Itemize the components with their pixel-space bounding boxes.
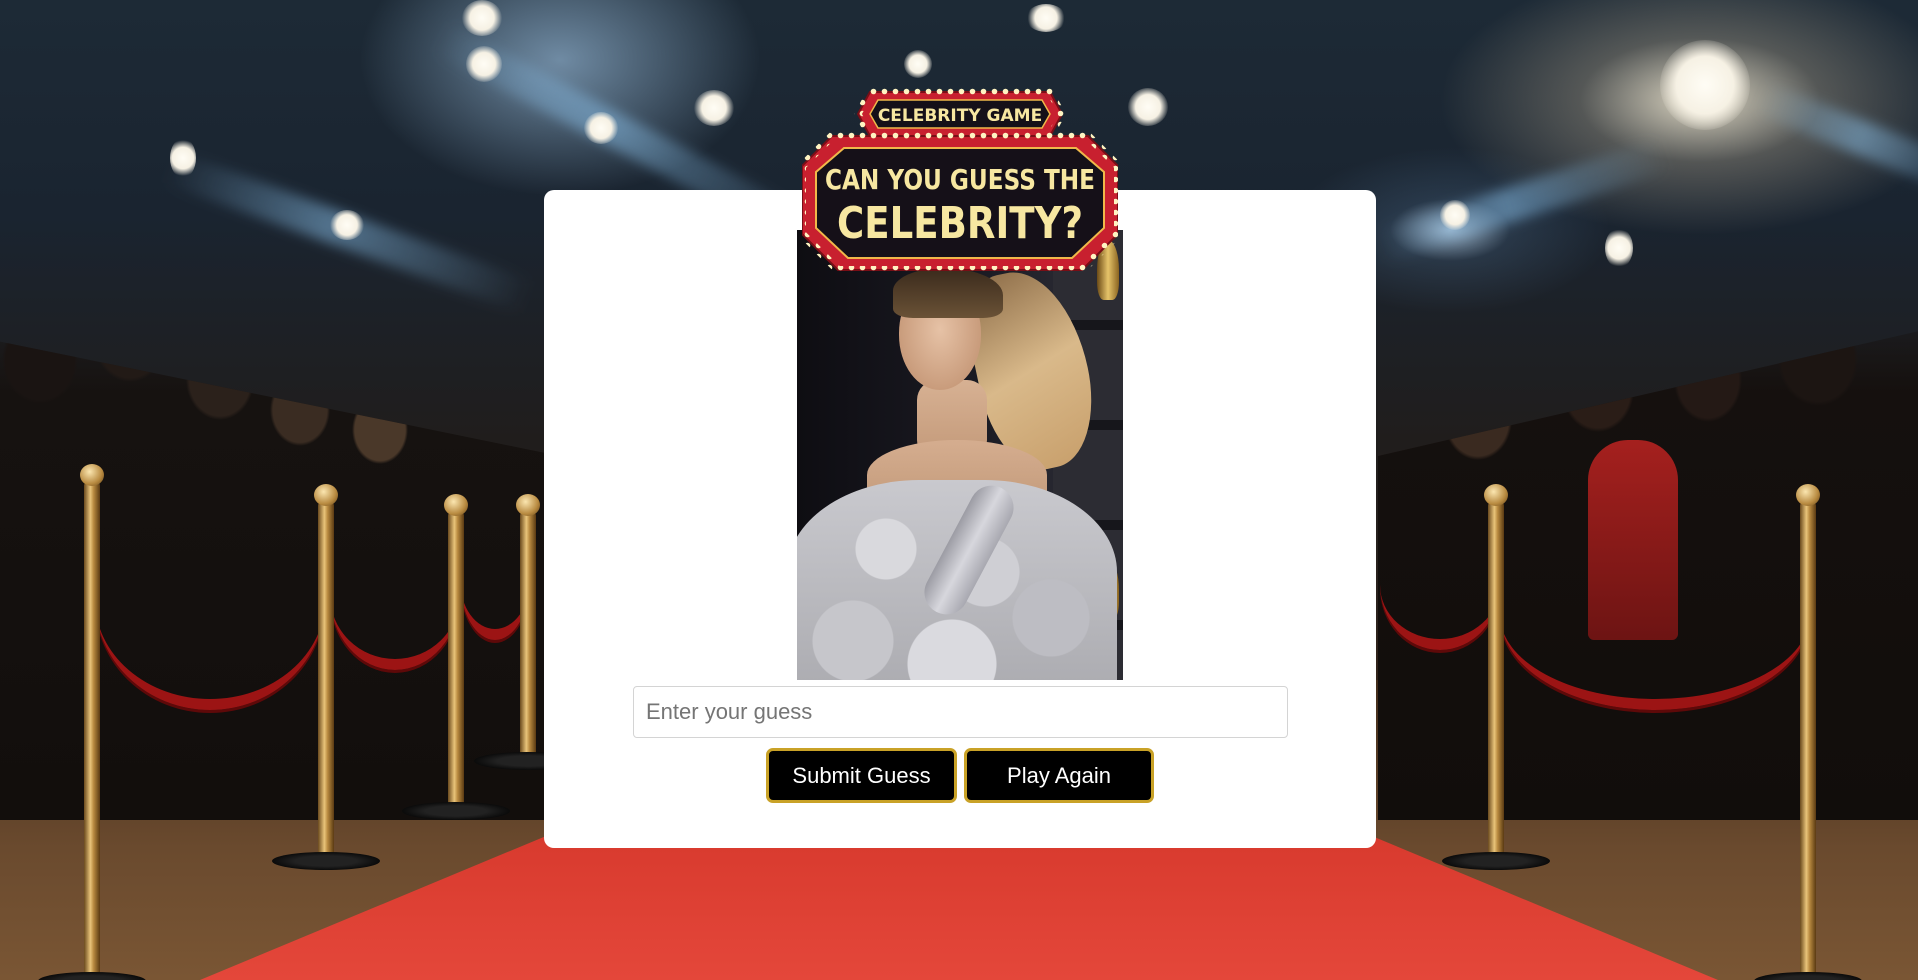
- ceiling-light: [584, 112, 618, 144]
- ceiling-light: [330, 210, 364, 240]
- stanchion-post: [1754, 484, 1862, 980]
- stanchion-post: [1442, 484, 1550, 870]
- spotlight-beam: [1753, 81, 1918, 203]
- guess-input[interactable]: [633, 686, 1288, 738]
- ceiling-light: [462, 0, 502, 36]
- stanchion-post: [38, 464, 146, 980]
- ceiling-light: [1026, 4, 1066, 32]
- velvet-rope: [1500, 520, 1810, 710]
- velvet-rope: [330, 520, 460, 670]
- ceiling-light: [694, 90, 734, 126]
- ceiling-light: [170, 138, 196, 178]
- ceiling-light: [466, 46, 502, 82]
- celebrity-photo: [797, 230, 1123, 680]
- ceiling-light: [904, 50, 932, 78]
- ceiling-light: [1660, 40, 1750, 130]
- ceiling-light: [1128, 88, 1168, 126]
- play-again-button[interactable]: Play Again: [964, 748, 1154, 803]
- logo-tag-text: CELEBRITY GAME: [878, 106, 1042, 126]
- velvet-rope: [1380, 520, 1500, 650]
- game-logo: CELEBRITY GAME CAN YOU GUESS THE CELEBRI…: [802, 88, 1118, 274]
- ceiling-light: [1440, 200, 1470, 230]
- stanchion-post: [272, 484, 380, 870]
- submit-guess-button[interactable]: Submit Guess: [766, 748, 957, 803]
- logo-title-line1: CAN YOU GUESS THE: [825, 163, 1095, 196]
- stanchion-post: [474, 494, 582, 770]
- stanchion-post: [402, 494, 510, 820]
- logo-title-line2: CELEBRITY?: [837, 198, 1083, 249]
- ceiling-light: [1605, 228, 1633, 268]
- velvet-rope: [95, 490, 325, 710]
